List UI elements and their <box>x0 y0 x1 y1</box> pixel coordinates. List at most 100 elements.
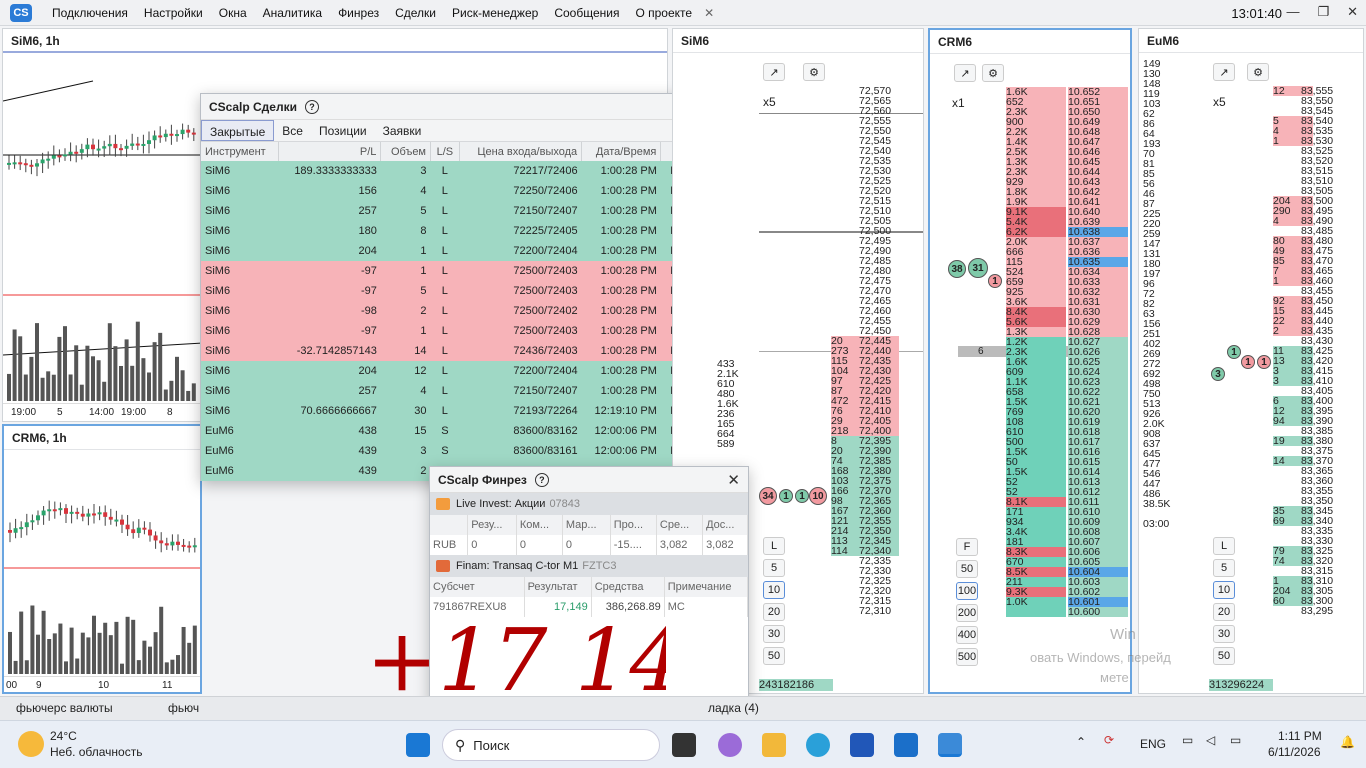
menu-item[interactable]: Аналитика <box>255 0 330 26</box>
order-volume[interactable]: 1.0K <box>1006 597 1066 607</box>
column-header[interactable]: Инструмент <box>201 142 280 161</box>
scale-button[interactable]: 30 <box>763 625 785 643</box>
multiplier[interactable]: x5 <box>1213 95 1226 109</box>
scale-button[interactable]: 50 <box>956 560 978 578</box>
language-indicator[interactable]: ENG <box>1140 737 1166 751</box>
account-header-live[interactable]: Live Invest: Акции 07843 <box>430 493 748 515</box>
weather-temp[interactable]: 24°C <box>50 729 77 743</box>
scale-button[interactable]: 100 <box>956 582 978 600</box>
tab-3[interactable]: Заявки <box>375 120 430 141</box>
gear-icon[interactable]: ⚙ <box>803 63 825 81</box>
help-icon[interactable]: ? <box>534 472 549 487</box>
menu-item[interactable]: Настройки <box>136 0 211 26</box>
account-header-finam[interactable]: Finam: Transaq C-tor M1 FZTC3 <box>430 555 748 577</box>
scale-button[interactable]: 20 <box>1213 603 1235 621</box>
table-row[interactable]: SiM6 -32.7142857143 14 L 72436/72403 1:00:28 … <box>201 341 709 361</box>
scale-button[interactable]: 200 <box>956 604 978 622</box>
outlook-icon[interactable] <box>894 733 918 757</box>
workspace-tab[interactable]: фьючерс валюты <box>16 701 113 715</box>
scale-button[interactable]: F <box>956 538 978 556</box>
chart-add-icon[interactable]: ↗ <box>954 64 976 82</box>
minimize-icon[interactable]: — <box>1286 4 1299 20</box>
column-header[interactable]: Дата/Время <box>581 142 662 161</box>
tray-time[interactable]: 1:11 PM <box>1278 729 1322 743</box>
copilot-icon[interactable] <box>718 733 742 757</box>
price-column[interactable]: 10.652 10.651 10.650 10.649 10.648 10.647 10.6… <box>1068 87 1128 617</box>
workspace-tab[interactable]: фьюч <box>168 701 199 715</box>
maximize-icon[interactable]: ❐ <box>1317 4 1329 20</box>
tab-0[interactable]: Закрытые <box>201 120 275 141</box>
pin-icon[interactable]: ✕ <box>704 6 714 20</box>
close-icon[interactable]: ✕ <box>1347 4 1358 20</box>
chart-add-icon[interactable]: ↗ <box>763 63 785 81</box>
tray-date[interactable]: 6/11/2026 <box>1268 745 1321 759</box>
scale-button[interactable]: 30 <box>1213 625 1235 643</box>
column-header[interactable]: Цена входа/выхода <box>459 142 583 161</box>
scale-button[interactable]: 10 <box>763 581 785 599</box>
price-level[interactable]: 83,295 <box>1301 606 1363 617</box>
menu-item[interactable]: Риск-менеджер <box>444 0 546 26</box>
volume-icon[interactable]: ◁ <box>1206 733 1215 747</box>
gear-icon[interactable]: ⚙ <box>1247 63 1269 81</box>
table-row[interactable]: SiM6-971L72500/724031:00:28 PMFZTC3 <box>201 261 709 281</box>
candle-chart[interactable] <box>4 450 202 676</box>
table-row[interactable]: EuM64393S83600/8316112:00:06 PMFZTC3 <box>201 441 709 461</box>
price-column[interactable]: 83,555 83,550 83,545 83,540 83,535 83,530 83,5… <box>1301 86 1363 617</box>
scale-button[interactable]: 20 <box>763 603 785 621</box>
cscalp-taskbar-icon[interactable] <box>938 733 962 757</box>
notification-icon[interactable]: 🔔 <box>1340 735 1355 749</box>
tab-1[interactable]: Все <box>274 120 311 141</box>
chart-add-icon[interactable]: ↗ <box>1213 63 1235 81</box>
table-row[interactable]: SiM6-982L72500/724021:00:28 PMFZTC3 <box>201 301 709 321</box>
column-header[interactable]: Объем <box>380 142 431 161</box>
workspace-tab[interactable]: ладка (4) <box>708 701 759 715</box>
table-row[interactable]: SiM62041L72200/724041:00:28 PMFZTC3 <box>201 241 709 261</box>
menu-item[interactable]: Финрез <box>330 0 387 26</box>
chevron-up-icon[interactable]: ⌃ <box>1076 735 1086 749</box>
scale-button[interactable]: 10 <box>1213 581 1235 599</box>
table-row[interactable]: SiM620412L72200/724041:00:28 PMFZTC3 <box>201 361 709 381</box>
table-row[interactable]: SiM6-971L72500/724031:00:28 PMFZTC3 <box>201 321 709 341</box>
table-row[interactable]: SiM62574L72150/724071:00:28 PMFZTC3 <box>201 381 709 401</box>
tab-2[interactable]: Позиции <box>311 120 375 141</box>
weather-icon[interactable] <box>18 731 44 757</box>
volume-column[interactable]: 1.6K 652 2.3K 900 2.2K 1.4K 2.5K 1.3K 2.3K 929 1.8… <box>1006 87 1066 617</box>
task-view-icon[interactable] <box>672 733 696 757</box>
order-volume[interactable] <box>1006 607 1066 617</box>
close-icon[interactable]: ✕ <box>727 471 740 489</box>
table-row[interactable]: SiM6 189.3333333333 3 L 72217/72406 1:00:28 P… <box>201 161 709 181</box>
scale-button[interactable]: L <box>763 537 785 555</box>
battery-icon[interactable]: ▭ <box>1230 733 1241 747</box>
scale-button[interactable]: 5 <box>1213 559 1235 577</box>
price-column[interactable]: 72,570 72,565 72,560 72,555 72,550 72,545 72,5… <box>859 86 899 616</box>
table-row[interactable]: SiM61564L72250/724061:00:28 PMFZTC3 <box>201 181 709 201</box>
store-icon[interactable] <box>850 733 874 757</box>
table-row[interactable]: SiM6-975L72500/724031:00:28 PMFZTC3 <box>201 281 709 301</box>
network-icon[interactable]: ▭ <box>1182 733 1193 747</box>
scale-button[interactable]: 400 <box>956 626 978 644</box>
menu-item[interactable]: Сообщения <box>546 0 627 26</box>
scale-button[interactable]: 500 <box>956 648 978 666</box>
table-row[interactable]: SiM62575L72150/724071:00:28 PMFZTC3 <box>201 201 709 221</box>
scale-button[interactable]: 50 <box>763 647 785 665</box>
multiplier[interactable]: x5 <box>763 95 776 109</box>
price-level[interactable]: 72,310 <box>859 606 899 617</box>
table-row[interactable]: EuM643815S83600/8316212:00:06 PMFZTC3 <box>201 421 709 441</box>
menu-item[interactable]: Подключения <box>44 0 136 26</box>
price-level[interactable]: 10.600 <box>1068 607 1128 617</box>
edge-icon[interactable] <box>806 733 830 757</box>
menu-item[interactable]: О проекте <box>627 0 700 26</box>
sync-icon[interactable]: ⟳ <box>1104 733 1114 747</box>
table-row[interactable]: SiM6 70.6666666667 30 L 72193/72264 12:19:10 … <box>201 401 709 421</box>
gear-icon[interactable]: ⚙ <box>982 64 1004 82</box>
windows-start-icon[interactable] <box>406 733 430 757</box>
help-icon[interactable]: ? <box>304 99 319 114</box>
file-explorer-icon[interactable] <box>762 733 786 757</box>
scale-button[interactable]: L <box>1213 537 1235 555</box>
multiplier[interactable]: x1 <box>952 96 965 110</box>
column-header[interactable]: L/S <box>430 142 460 161</box>
weather-desc[interactable]: Неб. облачность <box>50 745 142 759</box>
column-header[interactable]: P/L <box>278 142 382 161</box>
scale-button[interactable]: 50 <box>1213 647 1235 665</box>
menu-item[interactable]: Сделки <box>387 0 444 26</box>
